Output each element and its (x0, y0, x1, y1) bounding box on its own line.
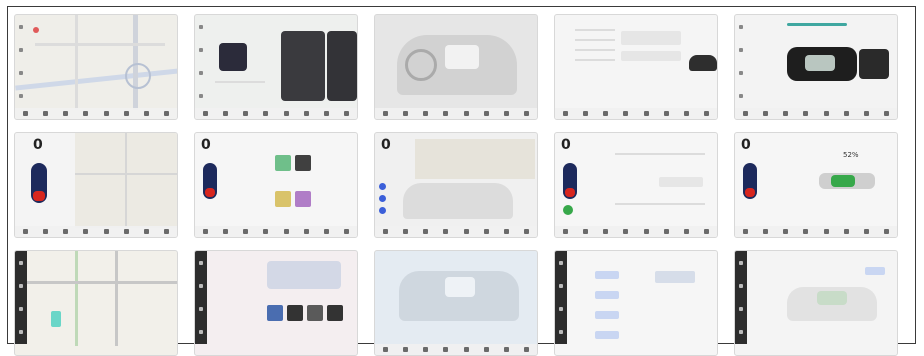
tile-media-home[interactable] (194, 250, 358, 356)
dashboard-shape (403, 183, 513, 219)
steering-wheel-icon (405, 49, 437, 81)
map-road (27, 281, 177, 284)
sidebar (195, 251, 207, 344)
car-marker[interactable] (51, 311, 61, 327)
roundabout-icon (125, 63, 151, 89)
speed-readout: 0 (33, 137, 43, 153)
album-art[interactable] (275, 191, 291, 207)
car-top-view (203, 163, 217, 199)
progress-bar[interactable] (215, 81, 265, 83)
screenshot-grid: 0 0 0 0 0 52% (14, 14, 910, 356)
car-top-view (743, 163, 757, 199)
bottom-bar (15, 226, 177, 237)
sidebar (735, 251, 747, 344)
list-item[interactable] (575, 39, 615, 41)
option-row[interactable] (621, 51, 681, 61)
map-road (35, 43, 165, 46)
tile-media-player[interactable] (194, 14, 358, 120)
media-card[interactable] (327, 31, 357, 101)
battery-percent: 52% (843, 151, 859, 159)
tile-settings-panel[interactable]: 0 (554, 132, 718, 238)
toggle-chip[interactable] (595, 311, 619, 319)
tile-settings-list[interactable] (554, 250, 718, 356)
charger-panel (859, 49, 889, 79)
sidebar (735, 15, 747, 108)
control-button[interactable] (379, 183, 386, 190)
album-art[interactable] (295, 155, 311, 171)
toggle-chip[interactable] (865, 267, 885, 275)
bottom-bar (375, 226, 537, 237)
tile-music-library[interactable]: 0 (194, 132, 358, 238)
location-pin-icon[interactable] (33, 27, 39, 33)
battery-fill (831, 175, 855, 187)
option-row[interactable] (659, 177, 703, 187)
control-button[interactable] (379, 207, 386, 214)
battery-fill (805, 55, 835, 71)
bottom-bar (195, 108, 357, 119)
tile-cabin-view[interactable] (374, 14, 538, 120)
tile-map-navigation[interactable] (14, 14, 178, 120)
control-button[interactable] (379, 195, 386, 202)
sidebar (555, 251, 567, 344)
progress-bar (787, 23, 847, 26)
car-top-view (563, 163, 577, 199)
sidebar (15, 15, 27, 108)
speed-readout: 0 (561, 137, 571, 153)
map-road (15, 68, 177, 91)
tile-vehicle-settings[interactable] (554, 14, 718, 120)
list-item[interactable] (615, 203, 705, 205)
bottom-bar (555, 108, 717, 119)
list-item[interactable] (575, 29, 615, 31)
tile-battery-view[interactable]: 0 52% (734, 132, 898, 238)
speed-readout: 0 (741, 137, 751, 153)
tile-charging-status[interactable] (734, 14, 898, 120)
bottom-bar (375, 108, 537, 119)
tile-dark-nav[interactable] (14, 250, 178, 356)
map-road (75, 251, 78, 346)
bottom-bar (195, 226, 357, 237)
album-art[interactable] (307, 305, 323, 321)
bottom-bar (15, 108, 177, 119)
speed-readout: 0 (381, 137, 391, 153)
album-art[interactable] (287, 305, 303, 321)
battery-fill (817, 291, 847, 305)
album-art[interactable] (267, 305, 283, 321)
bottom-bar (735, 108, 897, 119)
toggle-chip[interactable] (595, 271, 619, 279)
bottom-bar (735, 226, 897, 237)
album-art[interactable] (295, 191, 311, 207)
album-art[interactable] (219, 43, 247, 71)
car-thumbnail (689, 55, 717, 71)
toggle-chip[interactable] (595, 291, 619, 299)
list-item[interactable] (615, 153, 705, 155)
sidebar (195, 15, 207, 108)
tile-car-model[interactable] (734, 250, 898, 356)
center-screen (445, 277, 475, 297)
map-road (125, 133, 127, 228)
bottom-bar (375, 344, 537, 355)
list-item[interactable] (575, 49, 615, 51)
action-button[interactable] (563, 205, 573, 215)
list-item[interactable] (575, 59, 615, 61)
album-art[interactable] (275, 155, 291, 171)
album-art[interactable] (327, 305, 343, 321)
option-row[interactable] (621, 31, 681, 45)
map-road (75, 15, 78, 110)
speed-readout: 0 (201, 137, 211, 153)
tile-cabin-map-overlay[interactable]: 0 (374, 132, 538, 238)
map-road (115, 251, 118, 346)
media-card[interactable] (281, 31, 325, 101)
tile-dashboard-map[interactable]: 0 (14, 132, 178, 238)
graph-chip[interactable] (655, 271, 695, 283)
toggle-chip[interactable] (595, 331, 619, 339)
map-area[interactable] (415, 139, 535, 179)
sidebar (15, 251, 27, 344)
car-top-view (31, 163, 47, 203)
tile-cabin-3d[interactable] (374, 250, 538, 356)
media-card[interactable] (267, 261, 341, 289)
bottom-bar (555, 226, 717, 237)
center-screen (445, 45, 479, 69)
